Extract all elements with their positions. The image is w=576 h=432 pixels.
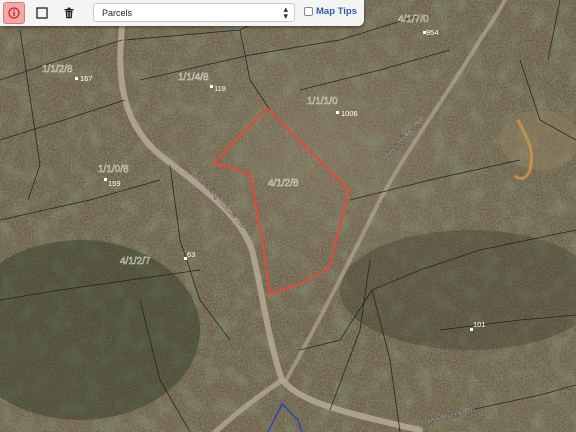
svg-text:1/1/2/8: 1/1/2/8 [42, 64, 73, 75]
parcel-number: 167 [80, 74, 93, 83]
parcel-number: 954 [426, 28, 439, 37]
square-select-icon [36, 7, 48, 19]
trash-icon [64, 7, 74, 19]
info-circle-icon [8, 7, 20, 19]
svg-text:4/1/2/7: 4/1/2/7 [120, 256, 151, 267]
parcel-number: 1006 [341, 109, 358, 118]
map-tips-checkbox[interactable] [304, 7, 313, 16]
svg-text:4/1/7/0: 4/1/7/0 [398, 14, 429, 25]
parcel-number: 118 [214, 84, 226, 93]
layer-select-value: Parcels [102, 8, 133, 18]
svg-text:1/1/4/8: 1/1/4/8 [178, 72, 209, 83]
map-tips-label[interactable]: Map Tips [316, 6, 357, 17]
clear-selection-button[interactable] [58, 2, 80, 24]
svg-text:1/1/0/8: 1/1/0/8 [98, 164, 129, 175]
identify-button[interactable] [3, 2, 25, 24]
parcel-number: 159 [108, 179, 121, 188]
layer-select[interactable]: Parcels ▴ ▾ [93, 3, 295, 22]
select-box-button[interactable] [31, 2, 53, 24]
map-tips-toggle[interactable]: Map Tips [304, 6, 357, 17]
parcel-map[interactable]: 4/1/7/0 1/1/2/8 1/1/4/8 1/1/1/0 4/1/2/8 … [0, 0, 576, 432]
svg-text:4/1/2/8: 4/1/2/8 [268, 178, 299, 189]
updown-arrows-icon: ▴ ▾ [283, 4, 288, 21]
parcel-number: 63 [187, 250, 195, 259]
map-toolbar: Parcels ▴ ▾ Map Tips [0, 0, 364, 26]
parcel-number: 101 [473, 320, 486, 329]
svg-text:1/1/1/0: 1/1/1/0 [307, 96, 338, 107]
